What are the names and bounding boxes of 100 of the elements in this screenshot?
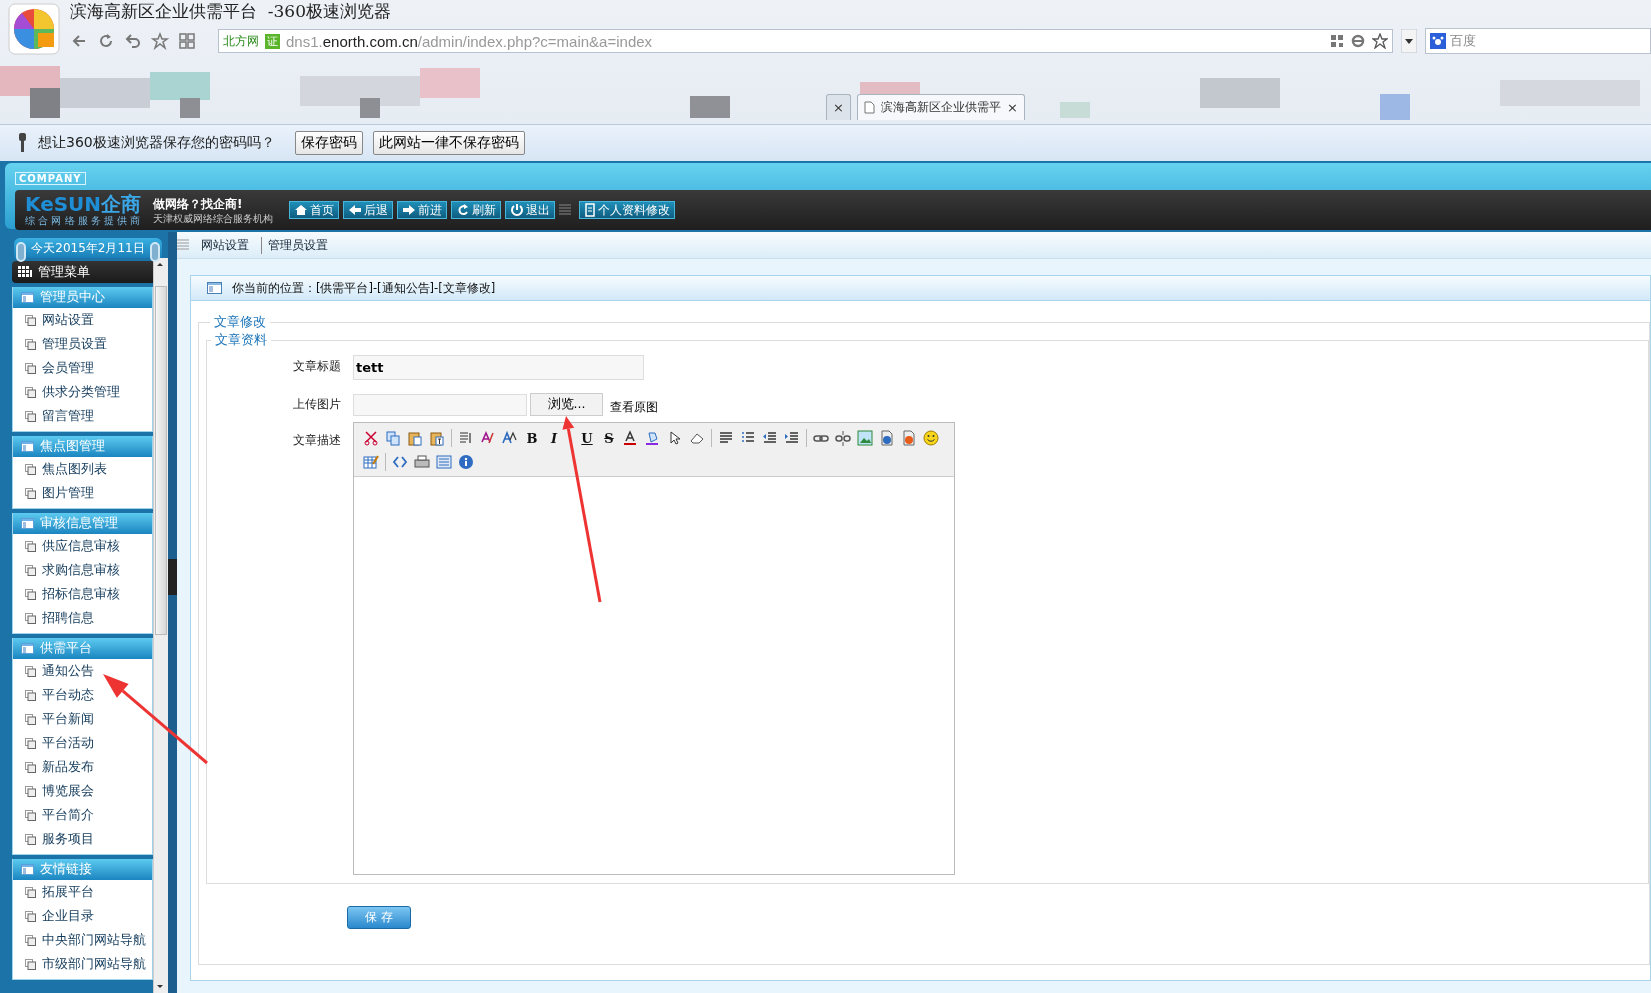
flash-icon[interactable] bbox=[879, 430, 895, 446]
nav-button[interactable]: 首页 bbox=[289, 201, 340, 219]
panel-icon bbox=[21, 643, 34, 654]
password-prompt: 想让360极速浏览器保存您的密码吗？ bbox=[38, 134, 275, 152]
home-icon bbox=[294, 203, 309, 217]
menu-item[interactable]: 拓展平台 bbox=[13, 880, 152, 904]
table-edit-icon[interactable] bbox=[363, 454, 379, 470]
font-icon[interactable] bbox=[480, 430, 496, 446]
page-icon bbox=[25, 410, 36, 422]
top-link[interactable]: 网站设置 bbox=[195, 236, 255, 254]
browse-button[interactable]: 浏览... bbox=[530, 393, 603, 416]
print-icon[interactable] bbox=[414, 454, 430, 470]
underline-button[interactable]: U bbox=[579, 427, 595, 449]
address-bar[interactable]: 北方网 证 dns1.enorth.com.cn/admin/index.php?c=main&a=index bbox=[218, 29, 1393, 53]
paw-icon bbox=[1430, 33, 1446, 49]
grid-icon bbox=[18, 266, 32, 278]
menu-item[interactable]: 招标信息审核 bbox=[13, 582, 152, 606]
menu-item[interactable]: 焦点图列表 bbox=[13, 457, 152, 481]
menu-item[interactable]: 留言管理 bbox=[13, 404, 152, 428]
menu-item[interactable]: 博览展会 bbox=[13, 779, 152, 803]
menu-item[interactable]: 新品发布 bbox=[13, 755, 152, 779]
top-link[interactable]: 管理员设置 bbox=[261, 236, 334, 254]
nav-button[interactable]: 退出 bbox=[505, 201, 556, 219]
paste-icon[interactable] bbox=[407, 430, 423, 446]
menu-item[interactable]: 供求分类管理 bbox=[13, 380, 152, 404]
browser-tab[interactable]: 滨海高新区企业供需平 × bbox=[856, 94, 1025, 120]
page-icon bbox=[863, 101, 875, 114]
page-icon bbox=[25, 612, 36, 624]
page-icon bbox=[25, 934, 36, 946]
document-icon bbox=[584, 203, 597, 217]
company-badge: COMPANY bbox=[15, 172, 86, 185]
page-icon bbox=[25, 910, 36, 922]
nav-button[interactable]: 后退 bbox=[343, 201, 394, 219]
title-field[interactable]: tett bbox=[353, 355, 644, 380]
menu-item[interactable]: 求购信息审核 bbox=[13, 558, 152, 582]
indent-icon[interactable] bbox=[784, 430, 800, 446]
italic-button[interactable]: I bbox=[546, 427, 562, 449]
rich-text-editor[interactable]: B I U S bbox=[353, 422, 955, 875]
menu-item[interactable]: 管理员设置 bbox=[13, 332, 152, 356]
media-icon[interactable] bbox=[901, 430, 917, 446]
save-password-button[interactable]: 保存密码 bbox=[294, 131, 363, 155]
paste-text-icon[interactable] bbox=[429, 430, 445, 446]
url-text: dns1.enorth.com.cn/admin/index.php?c=main&a=index bbox=[286, 32, 654, 50]
view-original-link[interactable]: 查看原图 bbox=[610, 400, 658, 415]
highlight-icon[interactable] bbox=[645, 430, 661, 446]
align-icon[interactable] bbox=[718, 430, 734, 446]
menu-item[interactable]: 平台新闻 bbox=[13, 707, 152, 731]
browser-tab[interactable]: × bbox=[826, 94, 851, 120]
scrollbar[interactable] bbox=[153, 258, 168, 993]
image-icon[interactable] bbox=[857, 430, 873, 446]
profile-button[interactable]: 个人资料修改 bbox=[579, 201, 676, 219]
never-save-button[interactable]: 此网站一律不保存密码 bbox=[372, 131, 525, 155]
cut-icon[interactable] bbox=[363, 430, 379, 446]
search-field[interactable]: 百度 bbox=[1425, 28, 1651, 54]
key-icon bbox=[16, 133, 28, 153]
menu-item[interactable]: 供应信息审核 bbox=[13, 534, 152, 558]
menu-item[interactable]: 平台简介 bbox=[13, 803, 152, 827]
site-label: 北方网 bbox=[223, 32, 259, 50]
font-size-icon[interactable] bbox=[502, 430, 518, 446]
menu-item[interactable]: 服务项目 bbox=[13, 827, 152, 851]
pointer-icon[interactable] bbox=[667, 430, 683, 446]
page-icon bbox=[25, 463, 36, 475]
unlink-icon[interactable] bbox=[835, 430, 851, 446]
menu-item[interactable]: 平台活动 bbox=[13, 731, 152, 755]
page-icon bbox=[25, 886, 36, 898]
page-icon bbox=[25, 588, 36, 600]
page-icon bbox=[25, 833, 36, 845]
panel-icon bbox=[21, 864, 34, 875]
page-icon bbox=[25, 540, 36, 552]
page-icon bbox=[25, 487, 36, 499]
menu-item[interactable]: 图片管理 bbox=[13, 481, 152, 505]
field-label: 文章标题 bbox=[292, 358, 341, 375]
menu-item[interactable]: 网站设置 bbox=[13, 308, 152, 332]
menu-item[interactable]: 会员管理 bbox=[13, 356, 152, 380]
strikethrough-button[interactable]: S bbox=[601, 427, 617, 449]
nav-button[interactable]: 刷新 bbox=[451, 201, 502, 219]
text-color-icon[interactable] bbox=[623, 430, 639, 446]
menu-item[interactable]: 通知公告 bbox=[13, 659, 152, 683]
qr-icon bbox=[1330, 34, 1344, 48]
page-icon bbox=[25, 665, 36, 677]
page-icon bbox=[25, 761, 36, 773]
menu-item[interactable]: 企业目录 bbox=[13, 904, 152, 928]
info-icon[interactable] bbox=[458, 454, 474, 470]
file-path-field[interactable] bbox=[353, 393, 527, 416]
source-code-icon[interactable] bbox=[392, 454, 408, 470]
paragraph-icon[interactable] bbox=[458, 430, 474, 446]
menu-item[interactable]: 平台动态 bbox=[13, 683, 152, 707]
bold-button[interactable]: B bbox=[524, 427, 540, 449]
outdent-icon[interactable] bbox=[762, 430, 778, 446]
menu-item[interactable]: 中央部门网站导航 bbox=[13, 928, 152, 952]
page-icon bbox=[25, 386, 36, 398]
smiley-icon[interactable] bbox=[923, 430, 939, 446]
menu-title: 管理菜单 bbox=[12, 261, 153, 283]
refresh-icon bbox=[97, 32, 115, 50]
right-arrow-icon bbox=[402, 203, 417, 217]
copy-icon[interactable] bbox=[385, 430, 401, 446]
nav-button[interactable]: 前进 bbox=[397, 201, 448, 219]
menu-item[interactable]: 市级部门网站导航 bbox=[13, 952, 152, 976]
page-icon bbox=[25, 809, 36, 821]
menu-item[interactable]: 招聘信息 bbox=[13, 606, 152, 630]
